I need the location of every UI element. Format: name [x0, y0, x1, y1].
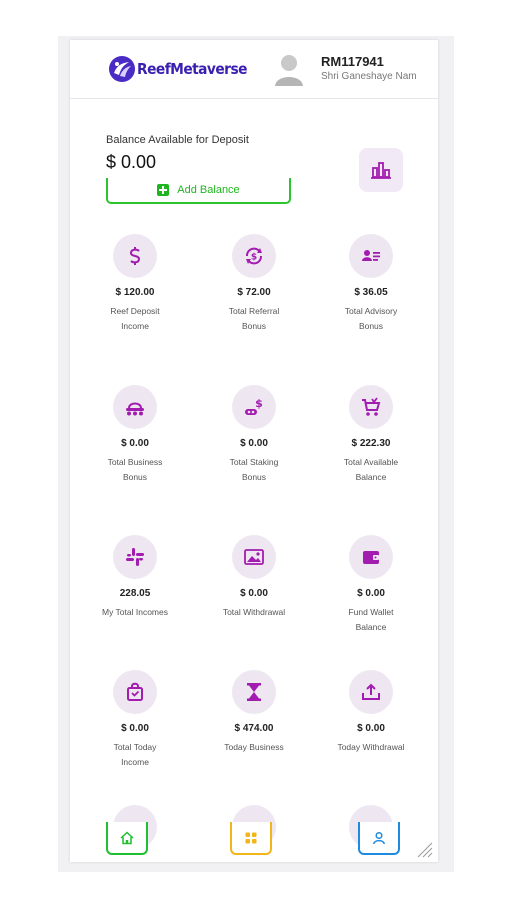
stat-label: Total Business Bonus	[107, 457, 163, 482]
stat-label: Today Withdrawal	[337, 742, 405, 752]
stat-tile-referral-bonus[interactable]: $ $ 72.00 Total Referral Bonus	[199, 234, 309, 334]
stat-amount: $ 474.00	[234, 723, 274, 734]
stat-icon-circle	[232, 670, 276, 714]
balance-amount: $ 0.00	[106, 152, 157, 172]
stat-label: Total Today Income	[113, 742, 157, 767]
brand-logo[interactable]: ReefMetaverse	[108, 55, 256, 83]
stat-tile-business-bonus[interactable]: $ 0.00 Total Business Bonus	[80, 385, 190, 485]
home-icon	[120, 830, 134, 844]
add-balance-button[interactable]: Add Balance	[106, 178, 291, 204]
stat-icon-circle: $	[232, 234, 276, 278]
stat-label: Total Available Balance	[343, 457, 399, 482]
stat-icon-circle	[232, 535, 276, 579]
stat-tile-today-business[interactable]: $ 474.00 Today Business	[199, 670, 309, 755]
stat-tile-reef-deposit[interactable]: $ 120.00 Reef Deposit Income	[80, 234, 190, 334]
stat-icon-circle	[113, 234, 157, 278]
stat-amount: $ 36.05	[354, 287, 388, 298]
stat-label: Total Withdrawal	[222, 607, 286, 617]
shopping-bag-icon	[127, 682, 143, 701]
stat-tile-today-income[interactable]: $ 0.00 Total Today Income	[80, 670, 190, 770]
stat-amount: $ 0.00	[121, 723, 149, 734]
stat-amount: $ 0.00	[357, 723, 385, 734]
stat-amount: $ 0.00	[240, 438, 268, 449]
wallet-icon	[363, 551, 379, 564]
stat-tile-fund-wallet[interactable]: $ 0.00 Fund Wallet Balance	[316, 535, 426, 635]
stat-amount: $ 120.00	[115, 287, 155, 298]
user-icon	[373, 831, 385, 844]
resize-handle-icon[interactable]	[415, 840, 433, 858]
grid-icon	[245, 832, 257, 843]
stat-icon-circle: $	[232, 385, 276, 429]
stat-tile-today-withdrawal[interactable]: $ 0.00 Today Withdrawal	[316, 670, 426, 755]
nav-grid-button[interactable]	[230, 822, 272, 855]
hourglass-icon	[247, 683, 261, 701]
svg-text:$: $	[251, 253, 257, 263]
staking-icon: $	[245, 397, 263, 415]
stat-label: Total Staking Bonus	[229, 457, 279, 482]
id-card-icon	[362, 250, 380, 261]
business-icon	[126, 402, 144, 416]
stat-label: Fund Wallet Balance	[348, 607, 394, 632]
dollar-exchange-icon: $	[246, 247, 262, 265]
stat-tile-available-balance[interactable]: $ 222.30 Total Available Balance	[316, 385, 426, 485]
stat-label: Total Advisory Bonus	[344, 306, 398, 331]
upload-icon	[362, 683, 380, 700]
stat-icon-circle	[113, 670, 157, 714]
stat-icon-circle	[113, 535, 157, 579]
dollar-icon	[129, 247, 141, 265]
bottom-nav	[70, 815, 438, 862]
svg-text:$: $	[255, 397, 263, 410]
stat-tile-advisory-bonus[interactable]: $ 36.05 Total Advisory Bonus	[316, 234, 426, 334]
stat-label: Reef Deposit Income	[110, 306, 160, 331]
brand-name: ReefMetaverse	[137, 60, 247, 78]
stat-amount: $ 72.00	[237, 287, 271, 298]
stat-amount: $ 222.30	[351, 438, 391, 449]
stat-tile-total-withdrawal[interactable]: $ 0.00 Total Withdrawal	[199, 535, 309, 620]
stat-label: Total Referral Bonus	[228, 306, 280, 331]
nav-profile-button[interactable]	[358, 822, 400, 855]
app-screen: ReefMetaverse RM117941 Shri Ganeshaye Na…	[70, 40, 438, 862]
logo-icon	[109, 56, 135, 82]
stat-amount: $ 0.00	[121, 438, 149, 449]
app-header: ReefMetaverse RM117941 Shri Ganeshaye Na…	[70, 40, 438, 99]
avatar[interactable]	[274, 52, 304, 86]
stat-amount: $ 0.00	[240, 588, 268, 599]
stat-icon-circle	[349, 535, 393, 579]
stat-label: My Total Incomes	[102, 607, 168, 617]
add-balance-label: Add Balance	[177, 184, 240, 196]
user-id: RM117941	[321, 54, 384, 69]
chart-button[interactable]	[359, 148, 403, 192]
stat-icon-circle	[349, 234, 393, 278]
stat-icon-circle	[349, 670, 393, 714]
stat-icon-circle	[349, 385, 393, 429]
bar-chart-icon	[371, 162, 391, 179]
stat-amount: 228.05	[119, 588, 151, 599]
balance-label: Balance Available for Deposit	[106, 134, 249, 146]
stat-tile-staking-bonus[interactable]: $ $ 0.00 Total Staking Bonus	[199, 385, 309, 485]
stat-tile-my-total-incomes[interactable]: 228.05 My Total Incomes	[80, 535, 190, 620]
stat-amount: $ 0.00	[357, 588, 385, 599]
stat-icon-circle	[113, 385, 157, 429]
plus-icon	[157, 184, 170, 196]
user-name: Shri Ganeshaye Nam	[321, 71, 417, 82]
slack-icon	[126, 548, 144, 566]
image-dollar-icon	[244, 549, 264, 565]
nav-home-button[interactable]	[106, 822, 148, 855]
stat-label: Today Business	[224, 742, 284, 752]
cart-icon	[362, 397, 381, 416]
